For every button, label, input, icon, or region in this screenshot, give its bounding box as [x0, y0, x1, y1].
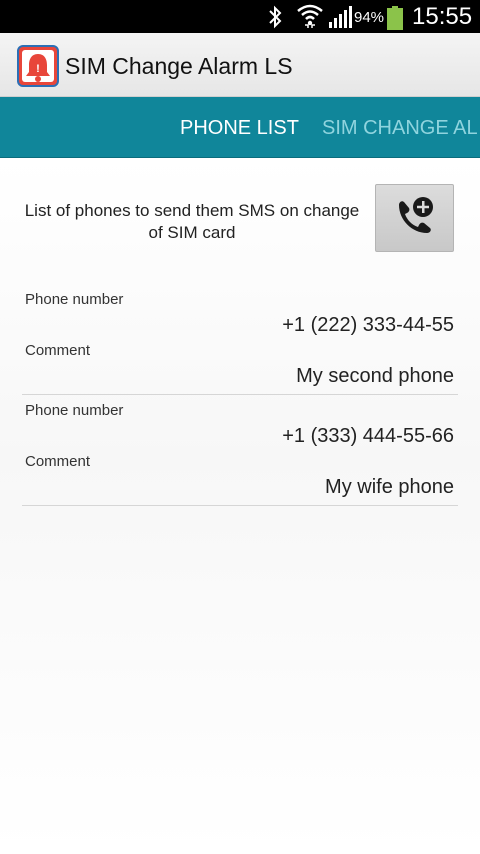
phone-number-value: +1 (333) 444-55-66: [282, 425, 454, 447]
action-bar: ! SIM Change Alarm LS: [0, 33, 480, 97]
add-phone-button[interactable]: [375, 184, 454, 252]
main-content: List of phones to send them SMS on chang…: [0, 158, 480, 854]
status-bar: 94% 15:55: [0, 0, 480, 33]
comment-label: Comment: [25, 453, 91, 470]
bluetooth-icon: [269, 5, 282, 29]
signal-icon: [329, 6, 352, 28]
phone-list-item[interactable]: Phone number +1 (333) 444-55-66 Comment …: [22, 395, 458, 506]
app-title: SIM Change Alarm LS: [65, 53, 293, 79]
phone-list-item[interactable]: Phone number +1 (222) 333-44-55 Comment …: [22, 284, 458, 395]
alarm-bell-icon[interactable]: !: [17, 45, 59, 87]
wifi-icon: [297, 4, 323, 28]
tab-strip: PHONE LIST SIM CHANGE AL: [0, 97, 480, 158]
phone-number-label: Phone number: [25, 402, 124, 419]
phone-number-value: +1 (222) 333-44-55: [282, 314, 454, 336]
comment-value: My second phone: [296, 365, 454, 387]
comment-value: My wife phone: [325, 476, 454, 498]
battery-icon: [387, 6, 403, 30]
tab-phone-list[interactable]: PHONE LIST: [180, 117, 299, 140]
add-phone-icon: [398, 197, 433, 233]
battery-percent: 94%: [354, 9, 385, 26]
phone-number-label: Phone number: [25, 291, 124, 308]
intro-text: List of phones to send them SMS on chang…: [24, 201, 360, 242]
clock: 15:55: [412, 3, 473, 30]
tab-sim-change-alarm[interactable]: SIM CHANGE AL: [322, 117, 478, 140]
comment-label: Comment: [25, 342, 91, 359]
svg-text:!: !: [36, 63, 40, 75]
